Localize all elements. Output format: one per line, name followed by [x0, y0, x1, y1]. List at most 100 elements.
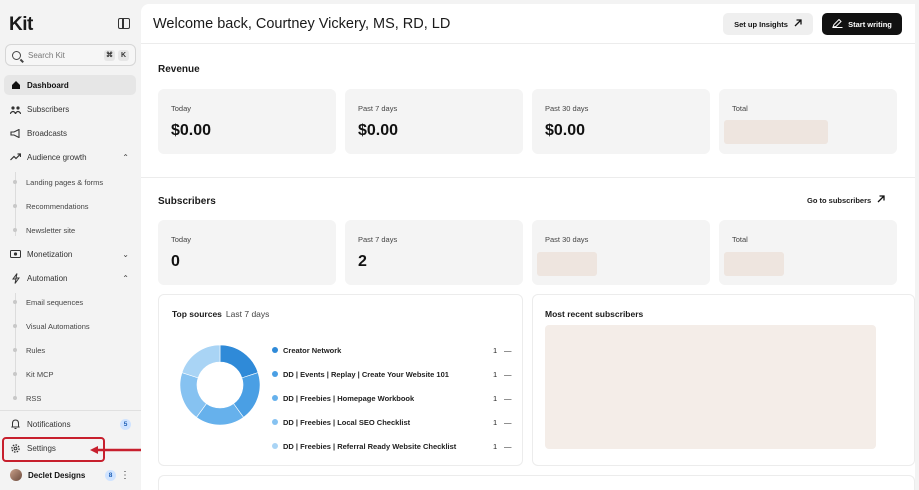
source-name: DD | Freebies | Local SEO Checklist	[283, 417, 411, 427]
sidebar-item-label: Audience growth	[27, 152, 87, 162]
top-sources-donut-chart	[179, 344, 261, 426]
sidebar-item-label: Subscribers	[27, 104, 70, 114]
sidebar-item-visual-automations[interactable]: Visual Automations	[26, 322, 90, 331]
source-trend: —	[504, 393, 512, 403]
card-value: $0.00	[358, 122, 399, 139]
source-count: 1	[493, 417, 498, 427]
source-name: DD | Freebies | Homepage Workbook	[283, 393, 415, 403]
money-icon	[10, 249, 21, 260]
subscribers-card-total: Total	[719, 220, 897, 285]
sidebar-item-monetization[interactable]: Monetization ⌄	[4, 244, 136, 264]
revenue-card-today: Today $0.00	[158, 89, 336, 154]
nav-tree-dot	[13, 180, 17, 184]
top-sources-heading: Top sources	[172, 309, 222, 319]
sidebar-item-label: Automation	[27, 273, 68, 283]
source-count: 1	[493, 393, 498, 403]
nav-tree-dot	[13, 396, 17, 400]
source-trend: —	[504, 345, 512, 355]
loading-skeleton	[724, 120, 828, 144]
chevron-down-icon: ⌄	[122, 249, 129, 259]
source-row: Creator Network 1 —	[272, 344, 512, 356]
set-up-insights-button[interactable]: Set up Insights	[723, 13, 813, 35]
megaphone-icon	[10, 128, 21, 139]
source-row: DD | Events | Replay | Create Your Websi…	[272, 368, 512, 380]
sidebar-item-newsletter-site[interactable]: Newsletter site	[26, 226, 75, 235]
sidebar-item-kit-mcp[interactable]: Kit MCP	[26, 370, 54, 379]
source-trend: —	[504, 369, 512, 379]
sidebar-divider	[0, 410, 141, 411]
sidebar-item-rss[interactable]: RSS	[26, 394, 41, 403]
card-label: Today	[171, 235, 192, 244]
source-row: DD | Freebies | Referral Ready Website C…	[272, 440, 512, 452]
card-label: Total	[732, 235, 748, 244]
go-to-subscribers-link[interactable]: Go to subscribers	[807, 195, 885, 205]
source-trend: —	[504, 417, 512, 427]
sidebar-item-audience-growth[interactable]: Audience growth ⌃	[4, 147, 136, 167]
start-writing-button[interactable]: Start writing	[822, 13, 902, 35]
nav-tree-dot	[13, 228, 17, 232]
sidebar-item-rules[interactable]: Rules	[26, 346, 45, 355]
subscribers-card-today: Today 0	[158, 220, 336, 285]
next-section-card	[158, 475, 915, 490]
top-sources-panel: Top sources Last 7 days Creator Network 1 —…	[158, 294, 523, 466]
search-input[interactable]: Search Kit ⌘ K	[5, 44, 136, 66]
nav-tree-line	[14, 293, 16, 400]
nav-tree-dot	[13, 324, 17, 328]
nav-tree-dot	[13, 348, 17, 352]
users-icon	[10, 104, 21, 115]
trending-up-icon	[10, 152, 21, 163]
kit-logo[interactable]: Kit	[9, 14, 33, 36]
sidebar-item-notifications[interactable]: Notifications 5	[4, 414, 136, 434]
source-count: 1	[493, 369, 498, 379]
legend-swatch	[272, 395, 278, 401]
arrow-up-right-icon	[794, 19, 802, 29]
card-label: Past 30 days	[545, 104, 589, 113]
sidebar-item-label: Broadcasts	[27, 128, 68, 138]
legend-swatch	[272, 419, 278, 425]
revenue-title: Revenue	[158, 64, 200, 75]
home-icon	[10, 80, 21, 91]
sidebar-collapse-icon[interactable]	[118, 18, 130, 29]
avatar	[10, 469, 22, 481]
chevron-up-icon: ⌃	[122, 152, 129, 162]
sidebar-item-dashboard[interactable]: Dashboard	[4, 75, 136, 95]
recent-subscribers-title: Most recent subscribers	[545, 309, 644, 319]
sidebar-item-landing-pages[interactable]: Landing pages & forms	[26, 178, 103, 187]
section-divider	[141, 177, 915, 178]
nav-tree-dot	[13, 300, 17, 304]
source-trend: —	[504, 441, 512, 451]
account-badge: 8	[105, 469, 116, 481]
recent-subscribers-panel: Most recent subscribers	[532, 294, 915, 466]
search-icon	[12, 50, 21, 60]
sidebar-item-label: Monetization	[27, 249, 73, 259]
source-row: DD | Freebies | Local SEO Checklist 1 —	[272, 416, 512, 428]
source-row: DD | Freebies | Homepage Workbook 1 —	[272, 392, 512, 404]
sidebar-item-broadcasts[interactable]: Broadcasts	[4, 123, 136, 143]
card-value: 0	[171, 253, 180, 270]
sidebar-item-email-sequences[interactable]: Email sequences	[26, 298, 83, 307]
card-label: Past 7 days	[358, 235, 398, 244]
source-name: Creator Network	[283, 345, 342, 355]
sidebar-item-recommendations[interactable]: Recommendations	[26, 202, 89, 211]
sidebar-item-automation[interactable]: Automation ⌃	[4, 268, 136, 288]
lightning-icon	[10, 272, 21, 284]
loading-skeleton	[545, 325, 876, 449]
set-up-insights-label: Set up Insights	[734, 19, 788, 29]
sidebar-item-label: Dashboard	[27, 80, 69, 90]
source-name: DD | Freebies | Referral Ready Website C…	[283, 441, 457, 451]
sidebar-item-subscribers[interactable]: Subscribers	[4, 99, 136, 119]
more-vertical-icon[interactable]: ⋮	[120, 470, 130, 481]
card-value: $0.00	[545, 122, 586, 139]
search-shortcut: ⌘ K	[104, 49, 129, 61]
sidebar: Kit Search Kit ⌘ K Dashboard Subscribers…	[0, 0, 191, 490]
subscribers-card-30-days: Past 30 days	[532, 220, 710, 285]
main-content: Welcome back, Courtney Vickery, MS, RD, …	[141, 4, 915, 490]
source-name: DD | Events | Replay | Create Your Websi…	[283, 369, 449, 379]
subscribers-title: Subscribers	[158, 196, 216, 207]
revenue-card-total: Total	[719, 89, 897, 154]
loading-skeleton	[724, 252, 784, 276]
account-switcher[interactable]: Declet Designs 8 ⋮	[4, 465, 136, 485]
card-label: Today	[171, 104, 192, 113]
card-label: Past 30 days	[545, 235, 589, 244]
pen-icon	[832, 18, 843, 30]
